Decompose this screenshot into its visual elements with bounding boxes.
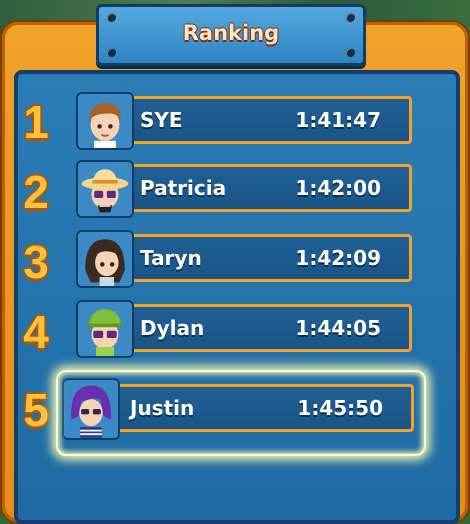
ranking-bar: Taryn 1:42:09	[128, 234, 412, 282]
ranking-bar: SYE 1:41:47	[128, 96, 412, 144]
ranking-bar: Dylan 1:44:05	[128, 304, 412, 352]
player-time: 1:44:05	[295, 316, 381, 340]
avatar-purple-hair-icon	[62, 378, 120, 440]
player-time: 1:42:00	[295, 176, 381, 200]
player-time: 1:42:09	[295, 246, 381, 270]
ranking-bar: Justin 1:45:50	[118, 384, 414, 432]
avatar-green-cap-icon	[76, 300, 134, 358]
rank-number: 3	[23, 236, 49, 288]
ranking-row[interactable]: 1 SYE 1:41:47	[0, 88, 470, 158]
screw-icon	[107, 48, 116, 57]
ranking-title: Ranking	[182, 21, 280, 45]
player-name: Dylan	[140, 316, 205, 340]
rank-number: 1	[23, 96, 49, 148]
player-name: SYE	[140, 108, 183, 132]
rank-number: 4	[23, 306, 49, 358]
rank-number: 5	[23, 384, 49, 436]
avatar-dark-hair-girl-icon	[76, 230, 134, 288]
player-name: Taryn	[140, 246, 202, 270]
ranking-row-current-player[interactable]: 5 Justin 1:45:50	[0, 374, 470, 444]
avatar-brown-hair-boy-icon	[76, 92, 134, 150]
rank-number: 2	[23, 166, 49, 218]
ranking-row[interactable]: 3 Taryn 1:42:09	[0, 226, 470, 296]
player-time: 1:41:47	[295, 108, 381, 132]
ranking-bar: Patricia 1:42:00	[128, 164, 412, 212]
avatar-straw-hat-icon	[76, 160, 134, 218]
player-name: Patricia	[140, 176, 227, 200]
player-time: 1:45:50	[297, 396, 383, 420]
screw-icon	[346, 48, 355, 57]
ranking-row[interactable]: 4 Dylan 1:44:05	[0, 298, 470, 368]
title-plate: Ranking	[96, 4, 366, 66]
player-name: Justin	[130, 396, 195, 420]
ranking-row[interactable]: 2 Patricia 1:42:00	[0, 158, 470, 228]
